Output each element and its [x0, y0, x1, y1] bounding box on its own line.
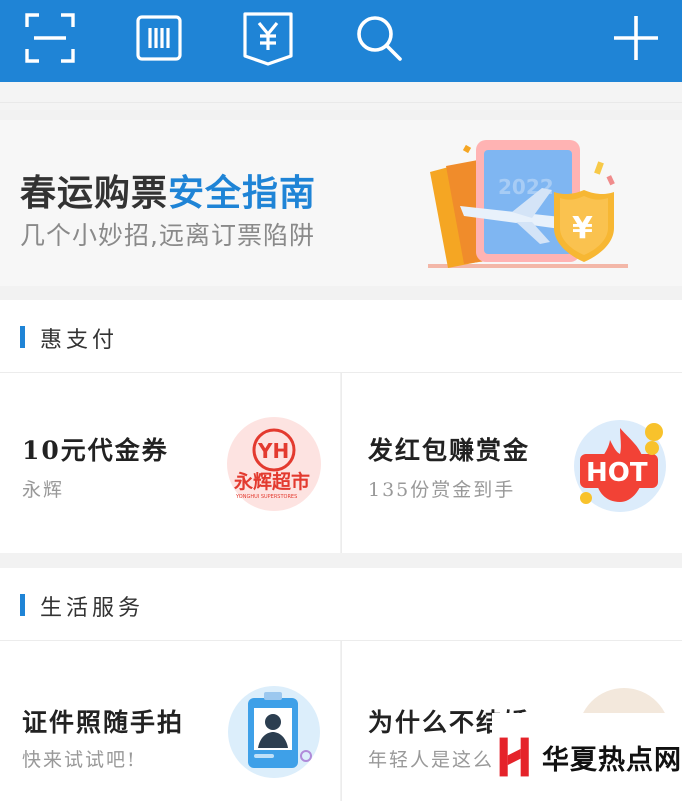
hot-badge-icon: HOT [570, 414, 670, 514]
card-subtitle: 快来试试吧! [22, 749, 137, 771]
watermark-logo-icon [499, 737, 529, 777]
add-icon[interactable] [608, 10, 664, 66]
id-photo-illustration [226, 684, 322, 780]
banner-title-highlight: 安全指南 [168, 173, 317, 214]
top-toolbar [0, 0, 682, 82]
spacer [0, 82, 682, 110]
yonghui-logo: YH 永辉超市 YONGHUI SUPERSTORES [226, 416, 322, 512]
section-header-pay: 惠支付 [0, 300, 682, 372]
logo-small-caption: YONGHUI SUPERSTORES [235, 494, 297, 500]
banner-shield-symbol: ¥ [572, 211, 593, 246]
search-icon[interactable] [351, 10, 407, 66]
card-title: 10元代金券 [22, 436, 169, 465]
card-subtitle: 135份赏金到手 [368, 479, 516, 501]
card-title: 发红包赚赏金 [368, 436, 531, 465]
section-accent-bar [20, 594, 25, 616]
payment-code-icon[interactable] [240, 10, 296, 66]
banner-illustration: 2022 ¥ [420, 132, 635, 272]
logo-caption: 永辉超市 [233, 470, 310, 493]
banner-subtitle: 几个小妙招,远离订票陷阱 [20, 221, 315, 250]
barcode-icon[interactable] [131, 10, 187, 66]
section-title: 生活服务 [40, 596, 145, 621]
card-subtitle: 年轻人是这么 [368, 749, 495, 771]
hot-badge-text: HOT [586, 458, 648, 488]
watermark: 华夏热点网 [492, 713, 682, 801]
scan-icon[interactable] [22, 10, 78, 66]
logo-initials: YH [257, 439, 289, 463]
banner-title: 春运购票安全指南 [20, 164, 316, 216]
section-accent-bar [20, 326, 25, 348]
watermark-text: 华夏热点网 [542, 744, 682, 776]
card-title: 证件照随手拍 [22, 708, 185, 737]
section-header-life: 生活服务 [0, 568, 682, 640]
banner-title-part1: 春运购票 [20, 173, 169, 214]
section-title: 惠支付 [40, 328, 119, 353]
card-subtitle: 永辉 [22, 479, 65, 501]
